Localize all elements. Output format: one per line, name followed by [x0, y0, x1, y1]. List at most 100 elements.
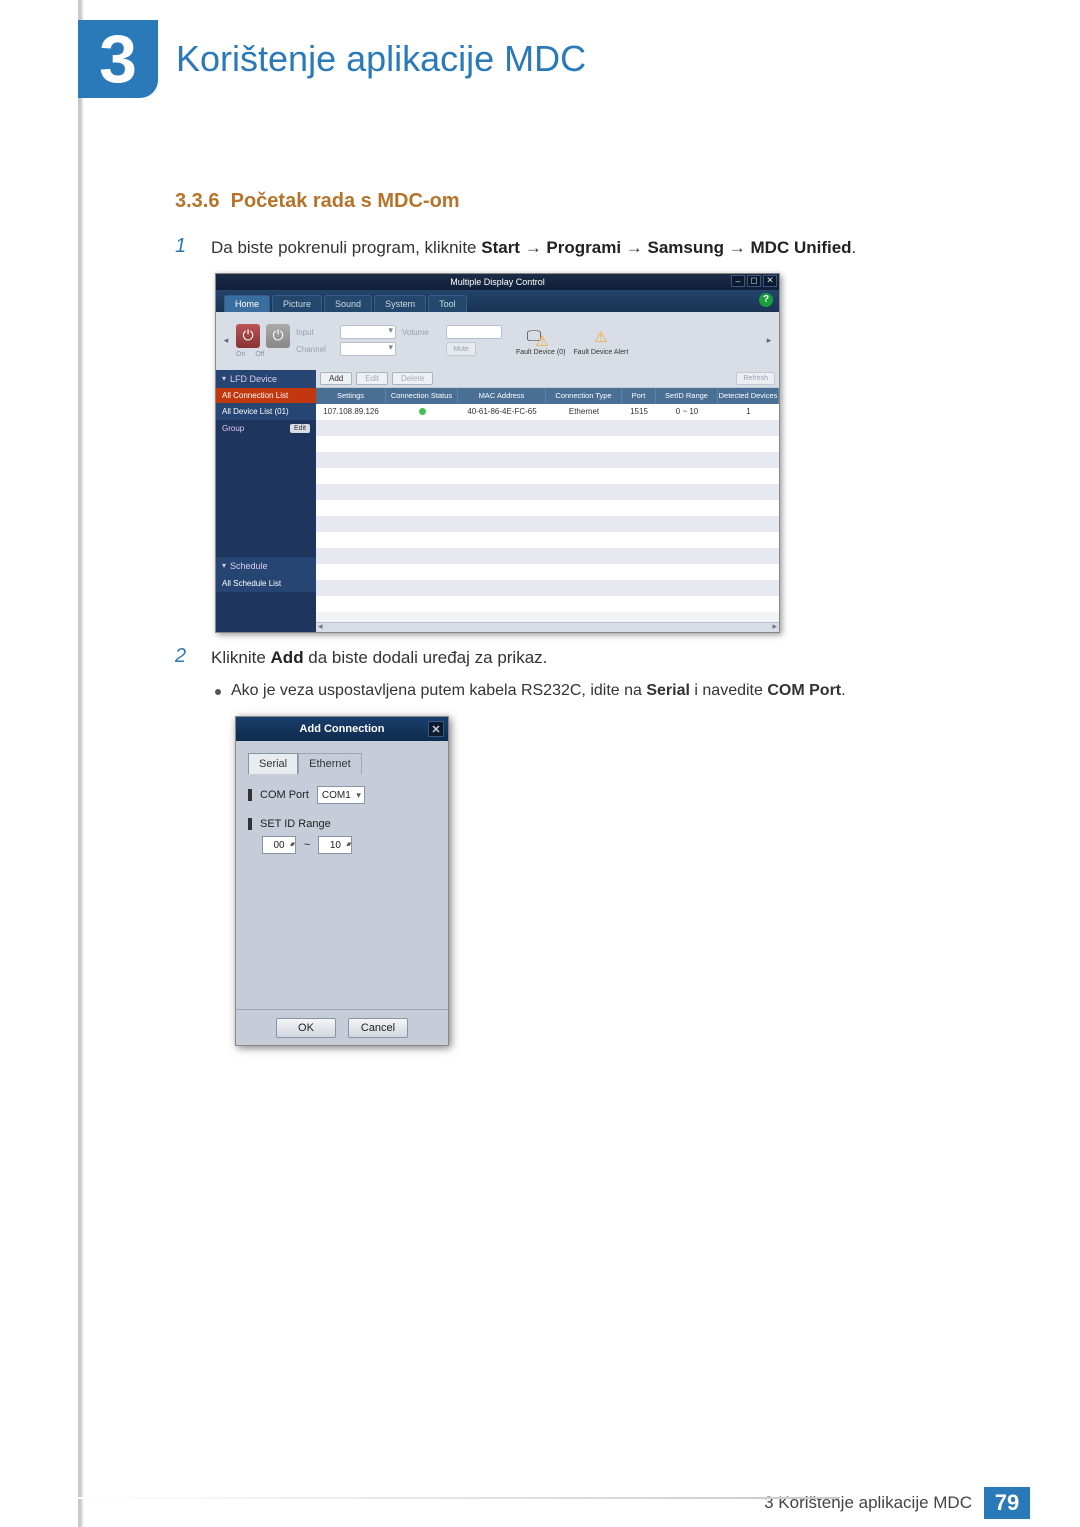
bullet-1: Ako je veza uspostavljena putem kabela R…: [215, 682, 990, 700]
cell-type: Ethernet: [546, 407, 622, 416]
channel-select[interactable]: [340, 342, 396, 356]
setid-from-stepper[interactable]: 00: [262, 836, 296, 854]
col-mac: MAC Address: [458, 388, 546, 404]
table-body: 107.108.89.126 40-61-86-4E-FC-65 Etherne…: [316, 404, 779, 622]
all-connection-list[interactable]: All Connection List: [216, 388, 316, 403]
side-stripe: [78, 0, 84, 1527]
step1-number: 1: [175, 235, 197, 261]
tab-picture[interactable]: Picture: [272, 295, 322, 312]
section-number: 3.3.6: [175, 190, 219, 212]
kw: MDC Unified: [751, 238, 852, 257]
t: →: [520, 238, 546, 257]
col-status: Connection Status: [386, 388, 458, 404]
col-settings: Settings: [316, 388, 386, 404]
kw: COM Port: [767, 682, 841, 699]
setid-to-stepper[interactable]: 10: [318, 836, 352, 854]
scroll-right-icon[interactable]: ▸: [765, 335, 773, 346]
col-detected: Detected Devices: [718, 388, 779, 404]
com-port-select[interactable]: COM1: [317, 786, 365, 804]
power-off-icon[interactable]: ⏻: [266, 324, 290, 348]
mute-button[interactable]: Mute: [446, 342, 476, 356]
mdc-tabs: Home Picture Sound System Tool ?: [216, 290, 779, 312]
tab-home[interactable]: Home: [224, 295, 270, 312]
col-port: Port: [622, 388, 656, 404]
minimize-button[interactable]: –: [731, 275, 745, 287]
page-footer: 3 Korištenje aplikacije MDC 79: [78, 1479, 1080, 1527]
step-2: 2 Kliknite Add da biste dodali uređaj za…: [175, 645, 990, 671]
mdc-screenshot: Multiple Display Control – ◻ ✕ Home Pict…: [215, 273, 780, 633]
t: i navedite: [690, 682, 767, 699]
t: .: [852, 238, 857, 257]
bullet-text: Ako je veza uspostavljena putem kabela R…: [231, 682, 846, 700]
t: .: [841, 682, 845, 699]
group-edit-button[interactable]: Edit: [290, 424, 310, 433]
bullet-dot-icon: [215, 689, 221, 695]
mdc-sidebar: LFD Device All Connection List All Devic…: [216, 370, 316, 632]
power-on-icon[interactable]: ⏻: [236, 324, 260, 348]
tab-system[interactable]: System: [374, 295, 426, 312]
all-device-list[interactable]: All Device List (01): [216, 403, 316, 420]
marker-icon: [248, 789, 252, 801]
input-select[interactable]: [340, 325, 396, 339]
fault-device-label: Fault Device (0): [516, 349, 565, 356]
close-button[interactable]: ✕: [763, 275, 777, 287]
tab-tool[interactable]: Tool: [428, 295, 467, 312]
input-label: Input: [296, 328, 336, 337]
fault-alert-icon[interactable]: ⚠: [588, 326, 614, 348]
on-label: On: [236, 351, 245, 358]
kw: Start: [481, 238, 520, 257]
edit-button[interactable]: Edit: [356, 372, 388, 385]
footer-divider: [78, 1497, 840, 1499]
table-row[interactable]: 107.108.89.126 40-61-86-4E-FC-65 Etherne…: [316, 404, 779, 420]
scroll-left-icon[interactable]: ◂: [222, 335, 230, 346]
group-row: Group Edit: [216, 420, 316, 437]
section-heading: 3.3.6 Početak rada s MDC-om: [175, 190, 990, 213]
content: 3.3.6 Početak rada s MDC-om 1 Da biste p…: [175, 190, 990, 1046]
ok-button[interactable]: OK: [276, 1018, 336, 1038]
tab-sound[interactable]: Sound: [324, 295, 372, 312]
table-header: Settings Connection Status MAC Address C…: [316, 388, 779, 404]
col-type: Connection Type: [546, 388, 622, 404]
dialog-title: Add Connection: [300, 723, 385, 735]
volume-slider[interactable]: [446, 325, 502, 339]
tab-ethernet[interactable]: Ethernet: [298, 753, 362, 774]
mdc-title: Multiple Display Control: [450, 277, 545, 287]
refresh-button[interactable]: Refresh: [736, 372, 775, 385]
t: →: [621, 238, 647, 257]
cell-detected: 1: [718, 407, 779, 416]
mdc-main: Add Edit Delete Refresh Settings Connect…: [316, 370, 779, 632]
t: →: [724, 238, 750, 257]
add-button[interactable]: Add: [320, 372, 352, 385]
footer-text: 3 Korištenje aplikacije MDC: [764, 1493, 972, 1513]
lfd-device-header[interactable]: LFD Device: [216, 370, 316, 388]
dialog-titlebar: Add Connection ✕: [236, 717, 448, 741]
setid-sep: ~: [304, 839, 310, 851]
t: da biste dodali uređaj za prikaz.: [304, 648, 548, 667]
kw: Samsung: [648, 238, 725, 257]
setid-range-label: SET ID Range: [260, 818, 331, 830]
col-setid: SetID Range: [656, 388, 718, 404]
help-icon[interactable]: ?: [759, 293, 773, 307]
volume-label: Volume: [402, 328, 442, 337]
kw: Add: [271, 648, 304, 667]
t: Kliknite: [211, 648, 271, 667]
chapter-number: 3: [78, 20, 158, 98]
marker-icon: [248, 818, 252, 830]
tab-serial[interactable]: Serial: [248, 753, 298, 774]
cell-ip: 107.108.89.126: [316, 407, 386, 416]
maximize-button[interactable]: ◻: [747, 275, 761, 287]
horizontal-scrollbar[interactable]: [316, 622, 779, 632]
off-label: Off: [255, 351, 264, 358]
kw: Serial: [646, 682, 690, 699]
cell-sid: 0 ~ 10: [656, 407, 718, 416]
mdc-toolbar: ◂ ⏻ ⏻ On Off Input Channel Volume Mute: [216, 312, 779, 370]
schedule-header[interactable]: Schedule: [216, 557, 316, 575]
all-schedule-list[interactable]: All Schedule List: [216, 575, 316, 592]
chapter-title: Korištenje aplikacije MDC: [176, 38, 586, 80]
chapter-header: 3 Korištenje aplikacije MDC: [78, 20, 586, 98]
dialog-close-button[interactable]: ✕: [428, 721, 444, 737]
dialog-footer: OK Cancel: [236, 1009, 448, 1045]
cancel-button[interactable]: Cancel: [348, 1018, 408, 1038]
delete-button[interactable]: Delete: [392, 372, 433, 385]
fault-device-icon[interactable]: 🖵⚠: [528, 326, 554, 348]
